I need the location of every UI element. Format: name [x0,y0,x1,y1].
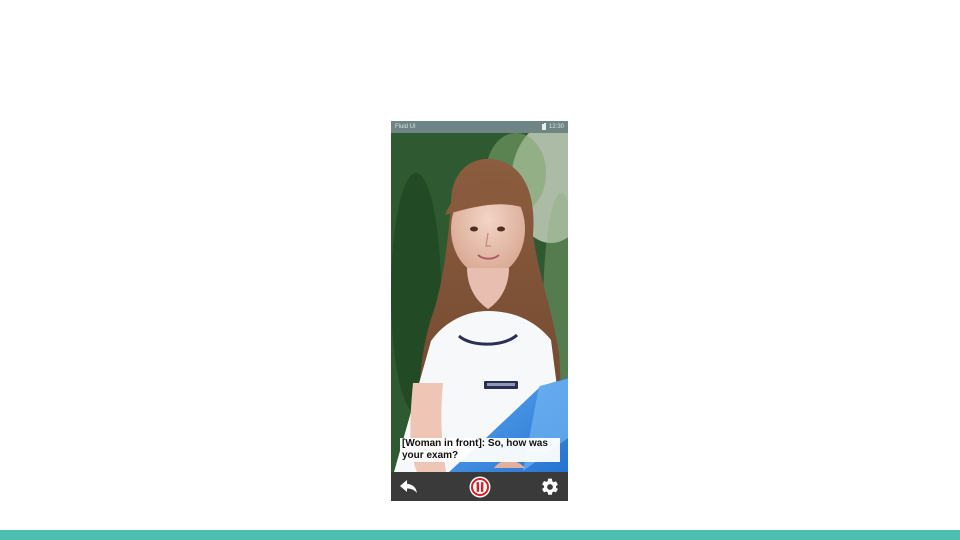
reply-arrow-icon [400,479,417,493]
status-bar: Fluid UI 12:30 [391,121,568,133]
pause-button[interactable] [467,472,493,501]
accent-footer-bar [0,530,960,540]
live-caption: [Woman in front]: So, how was your exam? [400,438,560,462]
battery-icon [541,123,546,130]
back-button[interactable] [398,472,420,501]
pause-icon [469,476,491,497]
presentation-slide: Fluid UI 12:30 [Woman in front]: So, how… [0,0,960,540]
settings-button[interactable] [539,472,561,501]
gear-icon [542,478,558,495]
status-time: 12:30 [548,124,564,130]
camera-view: [Woman in front]: So, how was your exam? [391,133,568,472]
status-right-group: 12:30 [541,121,564,133]
status-app-name: Fluid UI [395,124,416,130]
control-bar [391,472,568,501]
camera-photo [391,133,568,472]
phone-mockup: Fluid UI 12:30 [Woman in front]: So, how… [391,121,568,501]
